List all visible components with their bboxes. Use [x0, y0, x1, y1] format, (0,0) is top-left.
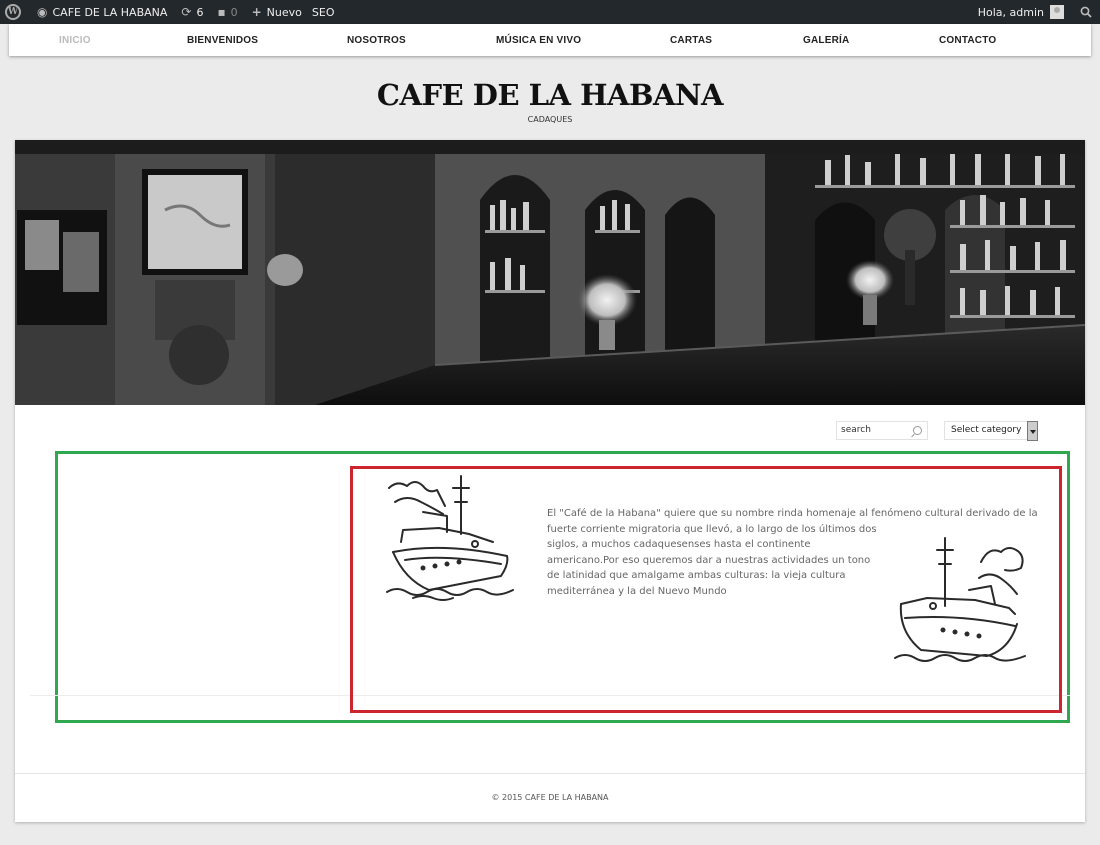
account-menu[interactable]: Hola, admin: [972, 0, 1074, 24]
refresh-icon: ⟳: [181, 5, 192, 19]
site-description: CADAQUES: [527, 115, 573, 124]
comment-icon: ▪: [217, 5, 226, 19]
footer-copyright: © 2015 CAFE DE LA HABANA: [491, 793, 609, 802]
new-content-link[interactable]: + Nuevo: [244, 0, 308, 24]
nav-item-contacto[interactable]: CONTACTO: [939, 24, 996, 56]
wordpress-logo-button[interactable]: W: [0, 0, 27, 24]
ship-illustration-left: [386, 475, 514, 601]
nav-item-cartas[interactable]: CARTAS: [670, 24, 712, 56]
content-line: siglos, a muchos cadaquesenses hasta el …: [547, 539, 811, 551]
chevron-down-icon[interactable]: [1027, 421, 1038, 441]
comments-count: 0: [230, 5, 238, 19]
nav-item-inicio[interactable]: INICIO: [59, 24, 91, 56]
search-icon[interactable]: [913, 426, 922, 435]
content-paragraph: El "Café de la Habana" quiere que su nom…: [547, 506, 1038, 600]
wordpress-icon: W: [5, 4, 21, 20]
admin-bar: W ◉ CAFE DE LA HABANA ⟳ 6 ▪ 0 + Nuevo SE…: [0, 0, 1100, 24]
plus-icon: +: [251, 5, 262, 19]
search-value: search: [841, 425, 871, 435]
updates-link[interactable]: ⟳ 6: [173, 0, 209, 24]
footer-divider: [15, 773, 1085, 774]
nav-item-bienvenidos[interactable]: BIENVENIDOS: [187, 24, 258, 56]
seo-link[interactable]: SEO: [308, 0, 341, 24]
updates-count: 6: [196, 5, 204, 19]
main-navigation: INICIO BIENVENIDOS NOSOTROS MÚSICA EN VI…: [9, 24, 1091, 56]
greeting-label: Hola, admin: [977, 5, 1044, 19]
header-image: [15, 140, 1085, 405]
new-label: Nuevo: [266, 5, 302, 19]
site-title[interactable]: CAFE DE LA HABANA: [0, 78, 1100, 112]
site-name-label: CAFE DE LA HABANA: [52, 5, 168, 19]
search-input[interactable]: search: [836, 421, 928, 440]
content-line: de latinidad que amalgame ambas culturas…: [547, 570, 846, 582]
nav-item-galeria[interactable]: GALERÍA: [803, 24, 849, 56]
content-line: mediterránea y la del Nuevo Mundo: [547, 585, 727, 597]
category-select[interactable]: Select category: [944, 421, 1038, 441]
content-line: fuerte corriente migratoria que llevó, a…: [547, 523, 877, 535]
content-line: El "Café de la Habana" quiere que su nom…: [547, 508, 1038, 519]
nav-item-musica-en-vivo[interactable]: MÚSICA EN VIVO: [496, 24, 581, 56]
comments-link[interactable]: ▪ 0: [209, 0, 243, 24]
content-panel: search Select category El "Café de la Ha…: [15, 140, 1085, 822]
category-select-value: Select category: [951, 425, 1022, 435]
search-icon: [1080, 6, 1092, 18]
nav-item-nosotros[interactable]: NOSOTROS: [347, 24, 406, 56]
seo-label: SEO: [311, 5, 335, 19]
site-name-link[interactable]: ◉ CAFE DE LA HABANA: [27, 0, 173, 24]
dashboard-icon: ◉: [37, 5, 48, 19]
content-line: americano.Por eso queremos dar a nuestra…: [547, 554, 871, 566]
avatar: [1050, 5, 1064, 19]
admin-search-button[interactable]: [1074, 0, 1100, 24]
